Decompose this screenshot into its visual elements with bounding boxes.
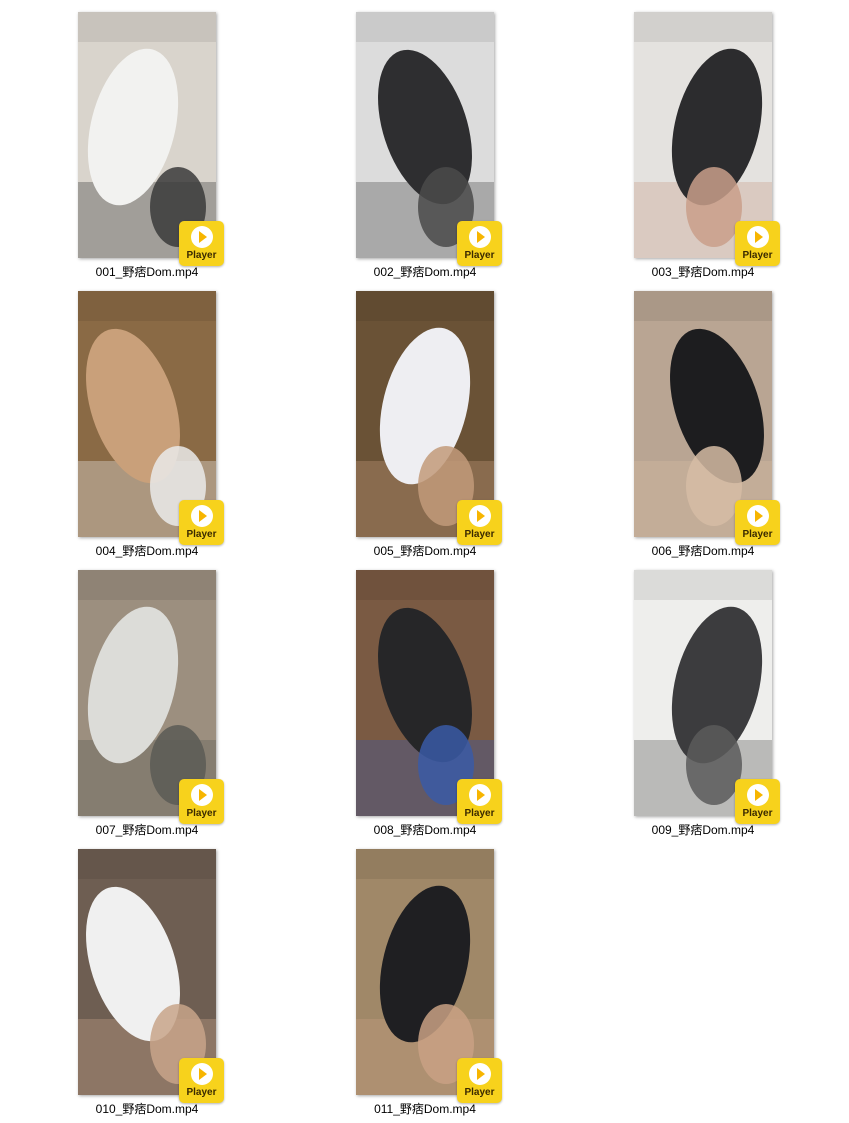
file-name: 005_野痞Dom.mp4 — [373, 544, 477, 558]
thumbnail-frame: Player — [634, 570, 780, 824]
thumbnail-frame: Player — [78, 849, 224, 1103]
player-badge[interactable]: Player — [179, 779, 224, 824]
file-name: 007_野痞Dom.mp4 — [95, 823, 199, 837]
player-badge[interactable]: Player — [735, 221, 780, 266]
play-icon — [746, 784, 769, 806]
thumbnail-frame: Player — [78, 291, 224, 545]
play-icon — [190, 505, 213, 527]
player-badge[interactable]: Player — [179, 221, 224, 266]
play-icon — [190, 226, 213, 248]
file-name: 004_野痞Dom.mp4 — [95, 544, 199, 558]
play-icon — [468, 1063, 491, 1085]
player-badge-label: Player — [742, 529, 773, 540]
thumbnail-frame: Player — [634, 12, 780, 266]
play-icon — [468, 505, 491, 527]
thumbnail-frame: Player — [78, 570, 224, 824]
file-item[interactable]: Player 009_野痞Dom.mp4 — [608, 570, 798, 840]
play-icon — [190, 784, 213, 806]
file-name: 011_野痞Dom.mp4 — [374, 1102, 476, 1116]
play-icon — [468, 784, 491, 806]
player-badge-label: Player — [186, 250, 217, 261]
file-name: 002_野痞Dom.mp4 — [373, 265, 477, 279]
player-badge-label: Player — [464, 1087, 495, 1098]
play-icon — [190, 1063, 213, 1085]
player-badge-label: Player — [464, 808, 495, 819]
player-badge-label: Player — [186, 1087, 217, 1098]
player-badge[interactable]: Player — [457, 500, 502, 545]
player-badge-label: Player — [742, 250, 773, 261]
thumbnail-frame: Player — [356, 570, 502, 824]
play-icon — [468, 226, 491, 248]
file-item[interactable]: Player 002_野痞Dom.mp4 — [330, 12, 520, 282]
file-item[interactable]: Player 005_野痞Dom.mp4 — [330, 291, 520, 561]
file-grid: Player 001_野痞Dom.mp4 Player 002_野痞Dom.mp… — [0, 0, 849, 1123]
thumbnail-frame: Player — [356, 849, 502, 1103]
file-name: 001_野痞Dom.mp4 — [95, 265, 199, 279]
thumbnail-frame: Player — [356, 12, 502, 266]
file-item[interactable]: Player 003_野痞Dom.mp4 — [608, 12, 798, 282]
file-name: 006_野痞Dom.mp4 — [651, 544, 755, 558]
player-badge-label: Player — [464, 529, 495, 540]
player-badge-label: Player — [742, 808, 773, 819]
player-badge-label: Player — [186, 529, 217, 540]
play-icon — [746, 226, 769, 248]
file-item[interactable]: Player 004_野痞Dom.mp4 — [52, 291, 242, 561]
file-name: 008_野痞Dom.mp4 — [373, 823, 477, 837]
player-badge-label: Player — [464, 250, 495, 261]
player-badge[interactable]: Player — [457, 221, 502, 266]
file-item[interactable]: Player 011_野痞Dom.mp4 — [330, 849, 520, 1119]
thumbnail-frame: Player — [356, 291, 502, 545]
file-name: 010_野痞Dom.mp4 — [95, 1102, 199, 1116]
file-name: 009_野痞Dom.mp4 — [651, 823, 755, 837]
player-badge[interactable]: Player — [735, 779, 780, 824]
file-item[interactable]: Player 008_野痞Dom.mp4 — [330, 570, 520, 840]
file-item[interactable]: Player 001_野痞Dom.mp4 — [52, 12, 242, 282]
player-badge[interactable]: Player — [457, 779, 502, 824]
file-item[interactable]: Player 010_野痞Dom.mp4 — [52, 849, 242, 1119]
file-name: 003_野痞Dom.mp4 — [651, 265, 755, 279]
file-item[interactable]: Player 006_野痞Dom.mp4 — [608, 291, 798, 561]
file-item[interactable]: Player 007_野痞Dom.mp4 — [52, 570, 242, 840]
player-badge[interactable]: Player — [179, 500, 224, 545]
player-badge-label: Player — [186, 808, 217, 819]
player-badge[interactable]: Player — [735, 500, 780, 545]
thumbnail-frame: Player — [78, 12, 224, 266]
player-badge[interactable]: Player — [457, 1058, 502, 1103]
thumbnail-frame: Player — [634, 291, 780, 545]
player-badge[interactable]: Player — [179, 1058, 224, 1103]
play-icon — [746, 505, 769, 527]
